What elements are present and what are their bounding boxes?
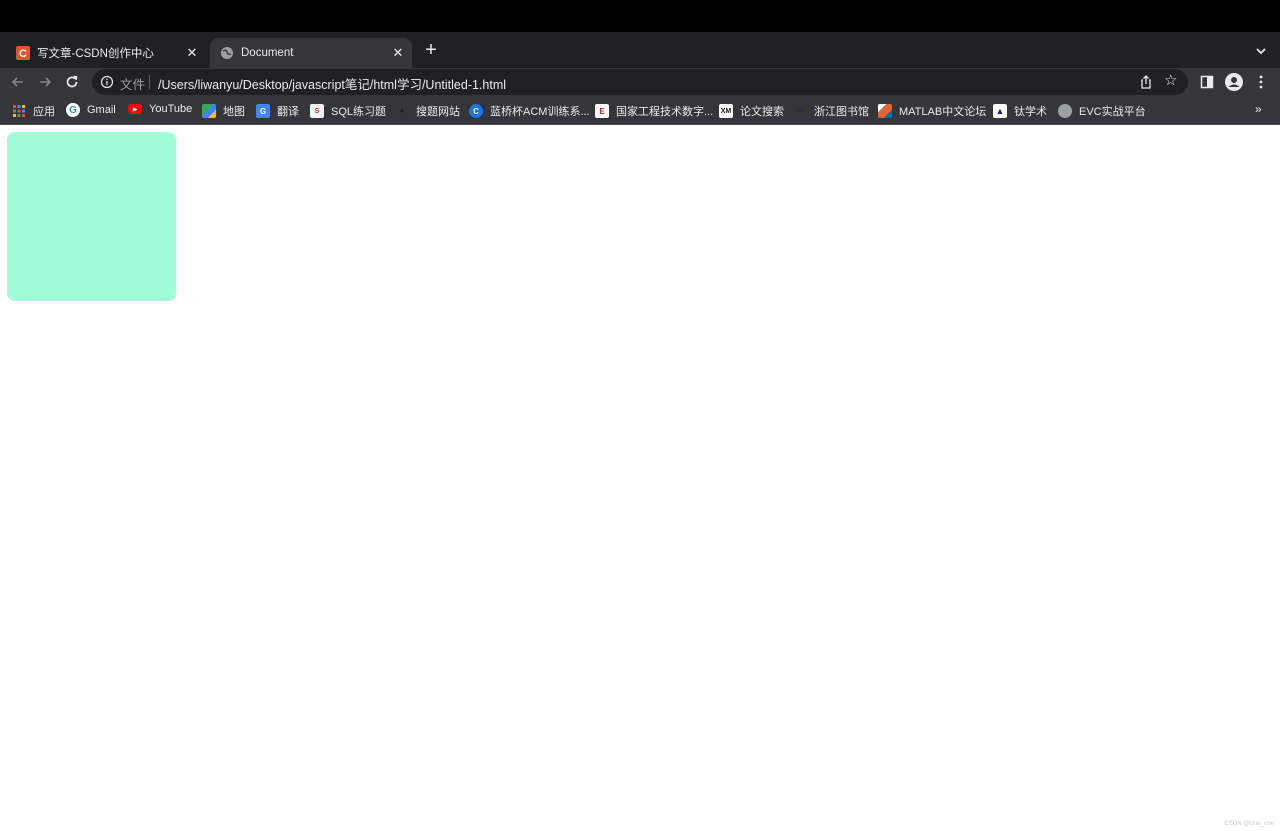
bookmark-matlab[interactable]: MATLAB中文论坛 [878, 103, 986, 119]
globe-icon [1058, 104, 1072, 118]
bookmark-label: EVC实战平台 [1079, 106, 1146, 118]
tab-search-icon[interactable] [1252, 42, 1270, 60]
bookmark-label: 浙江图书馆 [814, 106, 869, 118]
close-icon[interactable]: ✕ [390, 45, 406, 61]
bookmark-label: Gmail [87, 104, 116, 116]
security-chip[interactable]: 文件 [120, 74, 145, 93]
bookmark-academic[interactable]: ▲ 钛学术 [993, 103, 1047, 119]
screen-top-bar [0, 0, 1280, 32]
address-bar[interactable]: 文件 /Users/liwanyu/Desktop/javascript笔记/h… [92, 69, 1188, 95]
bookmark-label: 应用 [33, 106, 55, 118]
tab-title: 写文章-CSDN创作中心 [37, 48, 154, 60]
google-icon: G [66, 103, 80, 117]
globe-icon [220, 46, 234, 60]
bookmark-translate[interactable]: G 翻译 [256, 103, 299, 119]
tab-csdn[interactable]: C 写文章-CSDN创作中心 ✕ [6, 38, 206, 68]
academic-icon: ▲ [993, 104, 1007, 118]
forward-button[interactable] [36, 73, 54, 91]
apps-grid-icon [12, 104, 26, 118]
youtube-icon: ▶ [128, 104, 142, 114]
bookmark-label: MATLAB中文论坛 [899, 106, 987, 118]
bookmark-label: YouTube [149, 103, 193, 115]
url-text[interactable]: /Users/liwanyu/Desktop/javascript笔记/html… [158, 74, 506, 93]
matlab-icon [878, 104, 892, 118]
xm-icon: XM [719, 104, 733, 118]
maps-icon [202, 104, 216, 118]
translate-icon: G [256, 104, 270, 118]
info-icon[interactable] [100, 75, 114, 89]
bookmark-gmail[interactable]: G Gmail [66, 103, 116, 117]
search-site-icon: ✦ [398, 105, 406, 116]
bookmark-sql[interactable]: S SQL练习题 [310, 103, 386, 119]
bookmark-label: 国家工程技术数字... [616, 106, 714, 118]
reload-button[interactable] [63, 73, 81, 91]
bookmark-youtube[interactable]: ▶ YouTube [128, 103, 192, 115]
browser-toolbar: 文件 /Users/liwanyu/Desktop/javascript笔记/h… [0, 68, 1280, 96]
bookmark-evc[interactable]: EVC实战平台 [1058, 103, 1146, 119]
bookmarks-bar: 应用 G Gmail ▶ YouTube 地图 G 翻译 S SQL练习题 ✦ … [0, 96, 1280, 125]
tab-document[interactable]: Document ✕ [210, 38, 412, 68]
svg-text:C: C [19, 48, 27, 60]
bookmark-label: 地图 [223, 106, 245, 118]
library-icon: ~ [797, 105, 803, 117]
chevron-double-right-icon[interactable]: » [1255, 102, 1262, 116]
bookmark-paper-search[interactable]: XM 论文搜索 [719, 103, 784, 119]
bookmark-label: 钛学术 [1014, 106, 1047, 118]
back-button[interactable] [9, 73, 27, 91]
bookmark-label: SQL练习题 [331, 106, 387, 118]
side-panel-icon[interactable] [1198, 73, 1216, 91]
bookmark-search-site[interactable]: ✦ 搜题网站 [395, 103, 460, 119]
tab-title: Document [241, 47, 294, 59]
divider [149, 75, 150, 89]
close-icon[interactable]: ✕ [184, 45, 200, 61]
sql-icon: S [310, 104, 324, 118]
share-icon[interactable] [1138, 74, 1154, 90]
engineering-icon: E [595, 104, 609, 118]
lanqiao-icon: C [469, 104, 483, 118]
bookmark-maps[interactable]: 地图 [202, 103, 245, 119]
profile-avatar-icon[interactable] [1225, 73, 1243, 91]
bookmark-label: 翻译 [277, 106, 299, 118]
bookmark-apps[interactable]: 应用 [12, 103, 55, 119]
bookmark-engineering[interactable]: E 国家工程技术数字... [595, 103, 713, 119]
reload-icon [66, 75, 78, 88]
mint-green-box [7, 132, 176, 301]
bookmark-label: 蓝桥杯ACM训练系... [490, 106, 590, 118]
bookmark-star-icon[interactable]: ☆ [1164, 73, 1180, 89]
new-tab-button[interactable]: + [422, 40, 440, 60]
forward-arrow-icon [40, 77, 52, 87]
tab-strip: C 写文章-CSDN创作中心 ✕ Document ✕ [0, 32, 1280, 68]
back-arrow-icon [11, 77, 23, 87]
bookmark-label: 搜题网站 [416, 106, 460, 118]
bookmark-zj-library[interactable]: ~ 浙江图书馆 [793, 103, 869, 119]
csdn-c-icon: C [16, 46, 30, 60]
watermark: CSDN @lone_one [1224, 821, 1274, 827]
bookmark-label: 论文搜索 [740, 106, 784, 118]
kebab-menu-icon[interactable] [1252, 73, 1270, 91]
bookmark-lanqiao[interactable]: C 蓝桥杯ACM训练系... [469, 103, 590, 119]
